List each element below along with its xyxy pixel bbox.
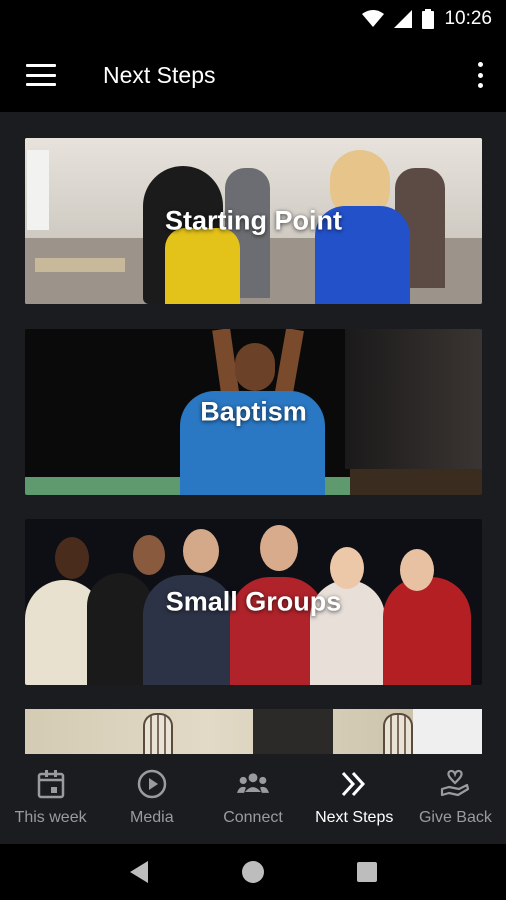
card-title: Small Groups	[165, 586, 342, 617]
app-bar: Next Steps	[0, 38, 506, 112]
battery-icon	[422, 9, 435, 29]
play-circle-icon	[136, 768, 168, 800]
nav-label: Next Steps	[315, 809, 394, 826]
card-title: Starting Point	[165, 205, 342, 236]
double-chevron-icon	[338, 768, 370, 800]
nav-label: This week	[14, 809, 87, 826]
hand-heart-icon	[439, 768, 471, 800]
nav-give-back[interactable]: Give Back	[405, 754, 506, 844]
nav-label: Connect	[223, 809, 283, 826]
next-steps-list: Starting Point Baptism Small Groups	[0, 112, 506, 754]
card-title: Baptism	[200, 396, 307, 427]
nav-connect[interactable]: Connect	[202, 754, 303, 844]
people-icon	[237, 768, 269, 800]
card-starting-point[interactable]: Starting Point	[25, 138, 482, 304]
recents-icon[interactable]	[353, 858, 381, 886]
hamburger-menu-icon[interactable]	[26, 64, 56, 86]
card-partial[interactable]	[25, 709, 482, 754]
status-time: 10:26	[444, 8, 492, 29]
nav-label: Give Back	[418, 809, 492, 826]
status-bar: 10:26	[0, 0, 506, 38]
nav-media[interactable]: Media	[101, 754, 202, 844]
nav-this-week[interactable]: This week	[0, 754, 101, 844]
system-nav-bar	[0, 844, 506, 900]
card-small-groups[interactable]: Small Groups	[25, 519, 482, 685]
bottom-nav: This week Media Connect Next Steps Give …	[0, 754, 506, 844]
card-baptism[interactable]: Baptism	[25, 329, 482, 495]
calendar-icon	[35, 768, 67, 800]
wifi-icon	[362, 10, 385, 28]
home-icon[interactable]	[239, 858, 267, 886]
nav-next-steps[interactable]: Next Steps	[304, 754, 405, 844]
page-title: Next Steps	[103, 61, 216, 88]
back-icon[interactable]	[125, 858, 153, 886]
overflow-menu-icon[interactable]	[476, 62, 484, 88]
signal-icon	[394, 10, 413, 28]
nav-label: Media	[130, 809, 174, 826]
